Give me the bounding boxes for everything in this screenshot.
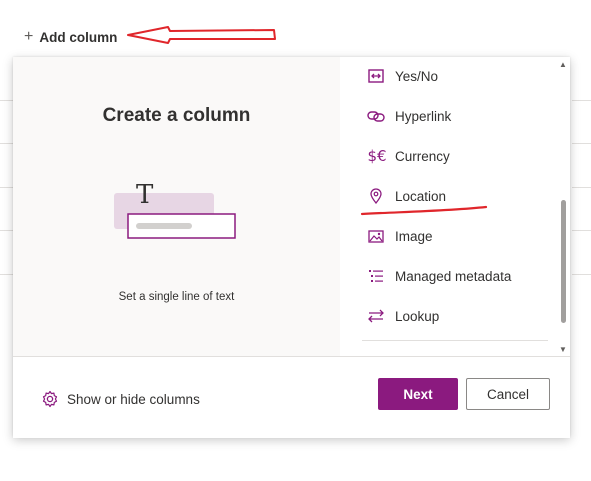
column-type-hyperlink[interactable]: Hyperlink	[367, 105, 451, 127]
background-row-divider	[0, 100, 14, 101]
background-row-divider	[0, 230, 14, 231]
column-type-image[interactable]: Image	[367, 225, 433, 247]
panel-footer: Show or hide columns Next Cancel	[13, 356, 570, 438]
scroll-up-arrow-icon[interactable]: ▲	[559, 60, 567, 69]
scroll-down-arrow-icon[interactable]: ▼	[559, 345, 567, 354]
add-column-label: Add column	[39, 29, 118, 45]
cancel-button[interactable]: Cancel	[466, 378, 550, 410]
background-row-divider	[0, 274, 14, 275]
annotation-underline	[360, 205, 488, 216]
create-column-panel: Create a column T Set a single line of t…	[13, 57, 570, 438]
location-icon	[367, 187, 385, 205]
next-button[interactable]: Next	[378, 378, 458, 410]
column-description: Set a single line of text	[118, 291, 235, 303]
background-row-divider	[572, 100, 591, 101]
currency-icon: $€	[367, 147, 387, 165]
show-hide-columns-link[interactable]: Show or hide columns	[41, 390, 200, 408]
background-row-divider	[0, 143, 14, 144]
add-column-button[interactable]: + Add column	[24, 28, 117, 46]
text-column-illustration: T	[114, 180, 236, 239]
column-type-label: Lookup	[395, 308, 440, 324]
yes-no-icon	[367, 67, 385, 85]
column-type-label: Currency	[395, 148, 450, 164]
gear-icon	[41, 390, 59, 408]
hyperlink-icon	[367, 107, 385, 125]
background-row-divider	[572, 187, 591, 188]
panel-title: Create a column	[102, 105, 251, 126]
column-type-lookup[interactable]: Lookup	[367, 305, 439, 327]
background-row-divider	[572, 230, 591, 231]
column-preview-pane: Create a column T Set a single line of t…	[13, 57, 340, 356]
managed-metadata-icon	[367, 267, 385, 285]
column-type-label: Image	[395, 228, 433, 244]
column-type-managed-metadata[interactable]: Managed metadata	[367, 265, 511, 287]
column-type-label: Hyperlink	[395, 108, 452, 124]
column-list-scrollbar[interactable]: ▲ ▼	[556, 57, 570, 356]
plus-icon: +	[24, 28, 34, 45]
text-glyph: T	[136, 180, 154, 210]
column-type-currency[interactable]: $€ Currency	[367, 145, 450, 167]
column-type-list: Yes/No Hyperlink $€ Currency Location Im…	[340, 57, 556, 347]
column-type-label: Yes/No	[395, 68, 439, 84]
background-row-divider	[572, 143, 591, 144]
list-divider	[362, 340, 548, 341]
annotation-arrow	[127, 26, 276, 44]
show-hide-columns-label: Show or hide columns	[67, 391, 200, 407]
column-type-label: Managed metadata	[395, 268, 512, 284]
column-type-yes-no[interactable]: Yes/No	[367, 65, 438, 87]
column-type-label: Location	[395, 188, 447, 204]
image-icon	[367, 227, 385, 245]
lookup-icon	[367, 307, 385, 325]
background-row-divider	[0, 187, 14, 188]
background-row-divider	[572, 274, 591, 275]
scrollbar-thumb[interactable]	[561, 200, 566, 323]
